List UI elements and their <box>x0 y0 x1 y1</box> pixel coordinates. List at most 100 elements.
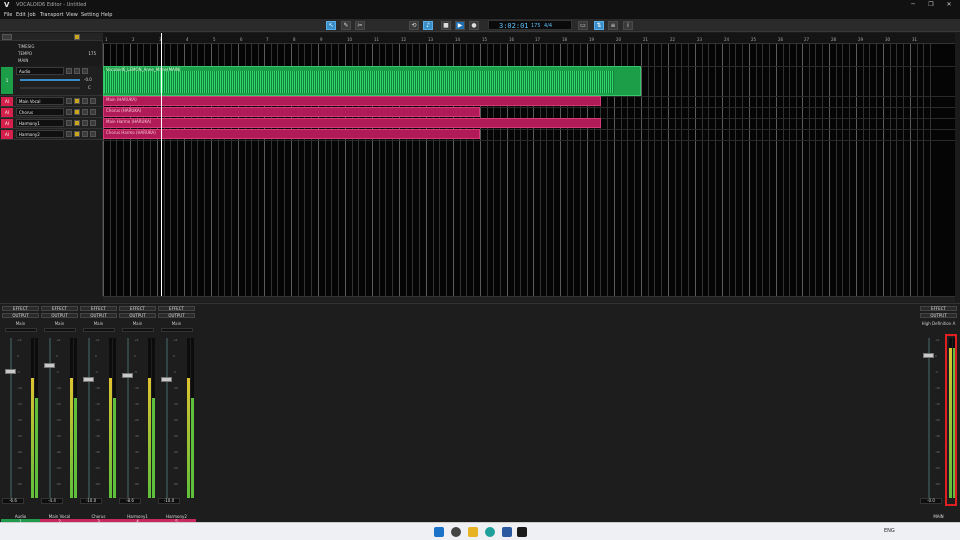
search-icon[interactable] <box>451 527 461 537</box>
record-button[interactable]: ● <box>469 21 479 30</box>
gain-value[interactable]: -10.0 <box>158 498 180 504</box>
track-harmony2[interactable]: AI Harmony2 <box>0 129 103 140</box>
menu-transport[interactable]: Transport <box>40 12 63 18</box>
gain-value[interactable]: -4.4 <box>41 498 63 504</box>
mute-icon[interactable] <box>66 68 72 74</box>
vocal-part-harmony2[interactable]: Chorus Harmo (HARUKA) <box>103 129 480 139</box>
menu-file[interactable]: File <box>4 12 12 18</box>
output-destination[interactable]: Main <box>80 321 117 326</box>
fader-handle[interactable] <box>83 377 94 382</box>
effect-button[interactable]: EFFECT <box>119 306 156 311</box>
edit-icon[interactable]: ▭ <box>578 21 588 30</box>
pan-knob[interactable] <box>122 328 154 332</box>
pan-knob[interactable] <box>44 328 76 332</box>
edge-icon[interactable] <box>485 527 495 537</box>
mute-icon[interactable] <box>66 120 72 126</box>
effect-button[interactable]: EFFECT <box>80 306 117 311</box>
loop-icon[interactable]: ⟲ <box>409 21 419 30</box>
close-button[interactable]: ✕ <box>942 1 956 8</box>
track-name[interactable]: Chorus <box>16 108 64 116</box>
track-audio[interactable]: 1 Audio -0.0 C <box>0 66 103 96</box>
effect-button[interactable]: EFFECT <box>920 306 957 311</box>
arrangement-view[interactable]: 1234567891011121314151617181920212223242… <box>103 33 955 296</box>
pan-slider[interactable] <box>20 87 80 89</box>
lock-icon[interactable] <box>82 109 88 115</box>
effect-button[interactable]: EFFECT <box>158 306 195 311</box>
lock-icon[interactable] <box>82 131 88 137</box>
output-button[interactable]: OUTPUT <box>158 313 195 318</box>
output-button[interactable]: OUTPUT <box>80 313 117 318</box>
solo-icon[interactable] <box>74 98 80 104</box>
fader-handle[interactable] <box>923 353 934 358</box>
stop-button[interactable]: ■ <box>441 21 451 30</box>
record-arm-icon[interactable] <box>82 68 88 74</box>
menu-setting[interactable]: Setting <box>81 12 99 18</box>
output-button[interactable]: OUTPUT <box>119 313 156 318</box>
menu-edit[interactable]: Edit <box>16 12 26 18</box>
mute-icon[interactable] <box>66 109 72 115</box>
language-indicator[interactable]: ENG <box>884 528 895 534</box>
mixer-toggle-icon[interactable]: ⇅ <box>594 21 604 30</box>
pencil-tool-icon[interactable]: ✎ <box>341 21 351 30</box>
fader-handle[interactable] <box>122 373 133 378</box>
output-destination[interactable]: Main <box>119 321 156 326</box>
select-tool-icon[interactable]: ↖ <box>326 21 336 30</box>
fader-handle[interactable] <box>5 369 16 374</box>
vocal-part-chorus[interactable]: Chorus (HARUKA) <box>103 107 480 117</box>
maximize-button[interactable]: ❐ <box>924 1 938 8</box>
track-name[interactable]: Audio <box>16 67 64 75</box>
audio-clip[interactable]: Vocaloid6_LEMON_Anne_Marie(MAIN) <box>103 66 641 96</box>
menu-help[interactable]: Help <box>101 12 112 18</box>
output-destination[interactable]: Main <box>158 321 195 326</box>
output-destination[interactable]: High Definition A <box>920 321 957 326</box>
minimize-button[interactable]: ─ <box>906 1 920 8</box>
gain-value[interactable]: -0.0 <box>920 498 942 504</box>
list-icon[interactable]: ≡ <box>608 21 618 30</box>
files-icon[interactable] <box>468 527 478 537</box>
output-button[interactable]: OUTPUT <box>920 313 957 318</box>
volume-slider[interactable] <box>20 79 80 81</box>
solo-icon[interactable] <box>74 131 80 137</box>
track-name[interactable]: Harmony1 <box>16 119 64 127</box>
play-button[interactable]: ▶ <box>455 21 465 30</box>
lock-icon[interactable] <box>82 98 88 104</box>
playhead[interactable] <box>161 33 162 296</box>
vocaloid-icon[interactable] <box>517 527 527 537</box>
info-icon[interactable]: i <box>623 21 633 30</box>
record-arm-icon[interactable] <box>90 120 96 126</box>
track-harmony1[interactable]: AI Harmony1 <box>0 118 103 129</box>
start-icon[interactable] <box>434 527 444 537</box>
fader-handle[interactable] <box>161 377 172 382</box>
tempo-value[interactable]: 175 <box>88 51 96 56</box>
track-chorus[interactable]: AI Chorus <box>0 107 103 118</box>
mute-icon[interactable] <box>66 98 72 104</box>
menu-view[interactable]: View <box>66 12 78 18</box>
gain-value[interactable]: -8.6 <box>119 498 141 504</box>
track-name[interactable]: Harmony2 <box>16 130 64 138</box>
output-button[interactable]: OUTPUT <box>2 313 39 318</box>
metronome-icon[interactable]: ♪ <box>423 21 433 30</box>
track-name[interactable]: Main Vocal <box>16 97 64 105</box>
track-main-vocal[interactable]: AI Main Vocal <box>0 96 103 107</box>
track-option-icon[interactable] <box>74 34 80 40</box>
output-destination[interactable]: Main <box>41 321 78 326</box>
vocal-part-harmony1[interactable]: Main Harmo (HARUKA) <box>103 118 601 128</box>
horizontal-scrollbar[interactable] <box>103 296 955 302</box>
timeline-ruler[interactable]: 1234567891011121314151617181920212223242… <box>103 33 955 44</box>
fader-handle[interactable] <box>44 363 55 368</box>
gain-value[interactable]: -10.0 <box>80 498 102 504</box>
mute-icon[interactable] <box>66 131 72 137</box>
pan-knob[interactable] <box>83 328 115 332</box>
menu-job[interactable]: Job <box>28 12 36 18</box>
output-destination[interactable]: Main <box>2 321 39 326</box>
record-arm-icon[interactable] <box>90 98 96 104</box>
gain-value[interactable]: -6.6 <box>2 498 24 504</box>
store-icon[interactable] <box>502 527 512 537</box>
solo-icon[interactable] <box>74 68 80 74</box>
record-arm-icon[interactable] <box>90 131 96 137</box>
solo-icon[interactable] <box>74 109 80 115</box>
pan-knob[interactable] <box>161 328 193 332</box>
output-button[interactable]: OUTPUT <box>41 313 78 318</box>
lock-icon[interactable] <box>82 120 88 126</box>
add-track-icon[interactable] <box>2 34 12 40</box>
